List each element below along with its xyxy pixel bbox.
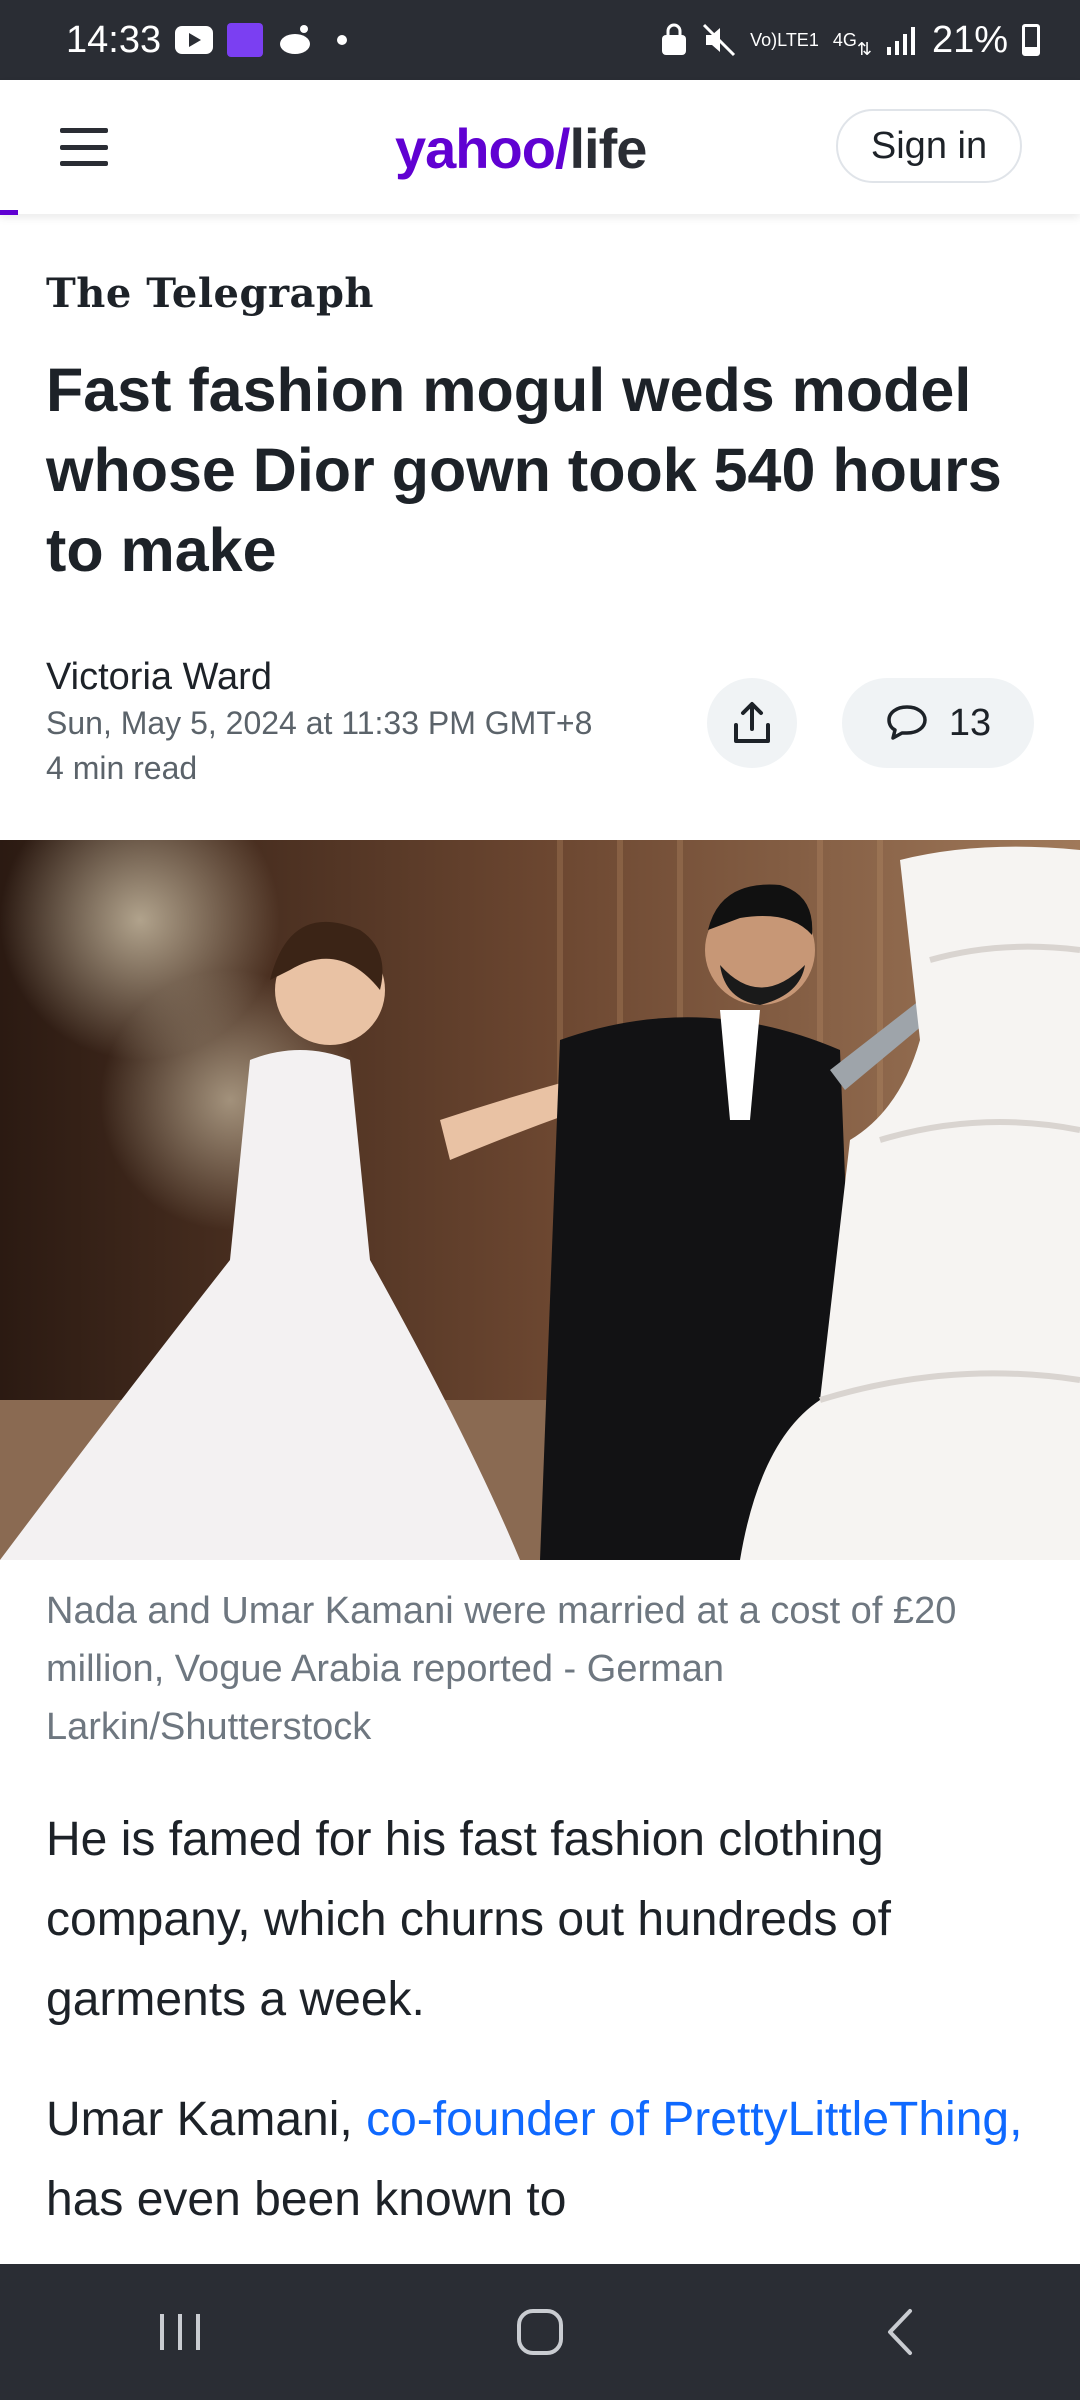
recents-icon [160,2314,200,2350]
menu-icon[interactable] [60,128,108,166]
publish-date: Sun, May 5, 2024 at 11:33 PM GMT+8 [46,705,593,741]
author-name[interactable]: Victoria Ward [46,656,272,699]
network-type-icon: 4G ⇅ [832,30,872,59]
back-button[interactable] [840,2282,960,2382]
share-icon [734,702,770,743]
battery-percent: 21% [931,18,1008,61]
battery-icon [1022,24,1040,56]
wedding-photo [0,840,1080,1560]
reddit-icon [277,24,313,56]
notification-dot-icon [337,35,348,45]
comment-count: 13 [948,701,992,744]
site-header: yahoo/life Sign in [0,80,1080,214]
paragraph-text: has even been known to [46,2173,567,2226]
sign-in-button[interactable]: Sign in [836,109,1022,183]
publisher-logo[interactable]: The Telegraph [46,270,374,317]
youtube-icon [175,26,214,54]
home-button[interactable] [480,2282,600,2382]
status-bar: 14:33 Vo) LTE1 4G ⇅ 21% [0,0,1080,80]
article-paragraph: Umar Kamani, co-founder of PrettyLittleT… [46,2080,1046,2240]
app-notification-icon [227,23,264,57]
lock-rotation-icon [660,23,688,57]
article-paragraph: He is famed for his fast fashion clothin… [46,1813,891,2026]
paragraph-text: Umar Kamani, [46,2093,367,2146]
comments-button[interactable]: 13 [842,678,1034,768]
article-hero-image[interactable] [0,840,1080,1560]
share-button[interactable] [707,678,797,768]
reading-progress-bar [0,210,18,215]
read-time: 4 min read [46,750,198,786]
back-icon [888,2309,912,2355]
recents-button[interactable] [120,2282,240,2382]
system-nav-bar [0,2264,1080,2400]
mute-icon [702,23,736,57]
comment-icon [887,705,927,740]
prettylittlething-link[interactable]: co-founder of PrettyLittleThing, [366,2093,1022,2146]
article-headline: Fast fashion mogul weds model whose Dior… [46,356,1002,584]
image-caption: Nada and Umar Kamani were married at a c… [46,1590,957,1748]
status-time: 14:33 [66,18,162,61]
volte-icon: Vo) LTE1 [750,30,819,50]
signal-icon [886,25,918,55]
yahoo-life-logo[interactable]: yahoo/life [395,116,647,181]
home-icon [517,2309,563,2355]
